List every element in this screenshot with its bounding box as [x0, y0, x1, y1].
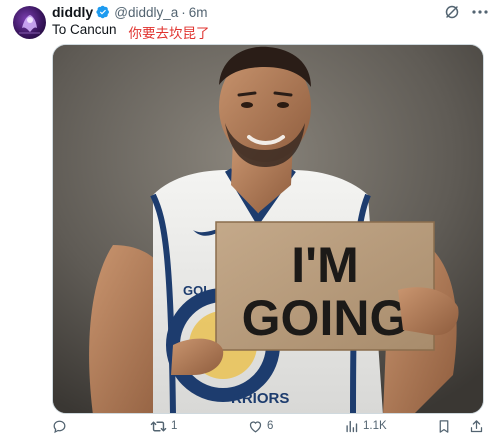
views-icon [346, 420, 358, 432]
bookmark-icon [439, 419, 449, 433]
more-icon[interactable] [470, 4, 490, 20]
tweet-text-english: To Cancun [52, 22, 117, 37]
views-button[interactable]: 1.1K [344, 416, 387, 436]
sign-line-2: GOING [242, 290, 409, 346]
tweet-text-chinese: 你要去坎昆了 [128, 26, 210, 42]
separator-dot: · [181, 4, 186, 20]
author-name[interactable]: diddly [52, 4, 93, 20]
post-time[interactable]: 6m [189, 5, 208, 20]
action-bar: 1 6 1.1K [52, 416, 492, 436]
share-icon [470, 419, 483, 432]
reply-button[interactable] [52, 416, 71, 436]
like-button[interactable]: 6 [248, 416, 273, 436]
avatar[interactable] [13, 6, 46, 39]
author-handle[interactable]: @diddly_a [114, 5, 178, 20]
bookmark-button[interactable] [437, 416, 451, 436]
reply-icon [53, 420, 66, 433]
like-icon [249, 420, 262, 433]
grok-icon[interactable] [444, 4, 460, 20]
jersey-text-bottom: RRIORS [231, 390, 289, 407]
verified-badge-icon [96, 5, 110, 19]
media-image[interactable]: GOL RRIORS I'M GOING [52, 44, 484, 414]
view-count: 1.1K [363, 420, 387, 432]
share-button[interactable] [469, 416, 484, 436]
repost-icon [150, 421, 167, 431]
jersey-text-left: GOL [183, 283, 211, 298]
tweet-text: To Cancun 你要去坎昆了 [52, 22, 210, 42]
repost-count: 1 [171, 420, 178, 432]
post-header: diddly @diddly_a · 6m [52, 4, 208, 20]
like-count: 6 [267, 420, 274, 432]
sign-line-1: I'M [291, 237, 358, 293]
repost-button[interactable]: 1 [150, 416, 177, 436]
tweet-post[interactable]: diddly @diddly_a · 6m To Cancun 你要去坎昆了 G… [0, 0, 500, 440]
